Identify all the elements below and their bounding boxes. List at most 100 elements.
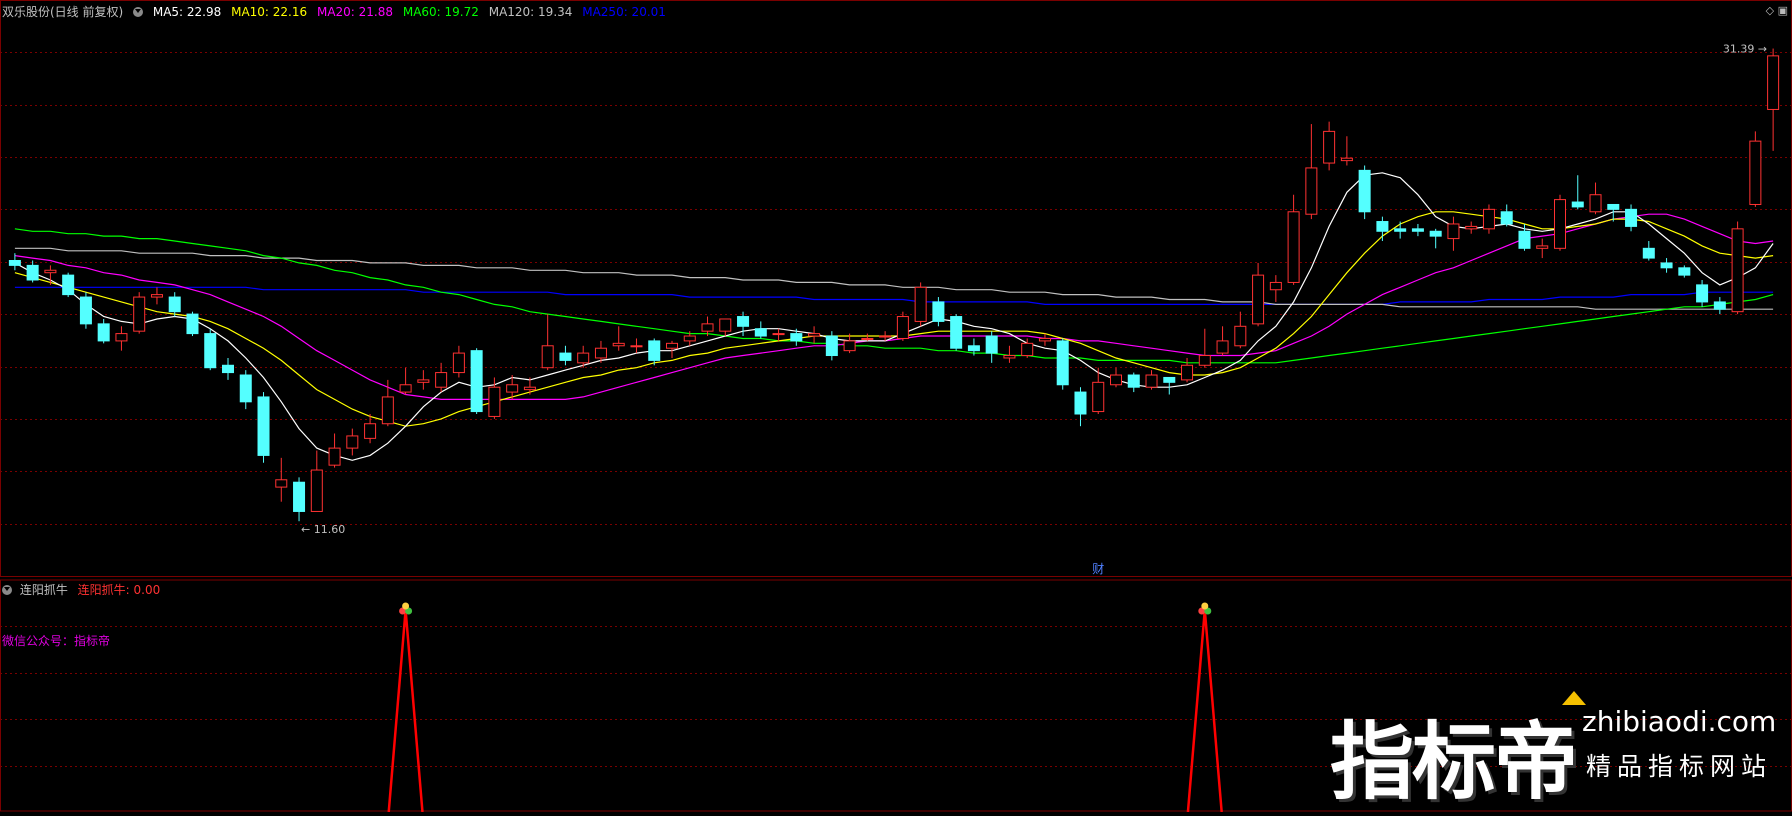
low-price-label: ← 11.60: [301, 523, 345, 536]
candle-body: [594, 347, 607, 359]
candle-body: [8, 260, 21, 266]
candle-body: [559, 352, 572, 361]
candle-body: [1447, 223, 1460, 240]
candle-body: [488, 386, 501, 417]
candle-body: [186, 313, 199, 335]
kline-chart[interactable]: ← 11.60 31.39 → 财: [0, 0, 1792, 812]
wechat-label: 微信公众号：指标帝: [2, 634, 111, 648]
candle-body: [523, 386, 536, 391]
signal-spike: [1186, 609, 1223, 812]
candle-body: [79, 296, 92, 325]
signal-spike: [387, 609, 424, 812]
candle-body: [1038, 337, 1051, 342]
candle-body: [399, 384, 412, 393]
candle-body: [879, 335, 892, 338]
candle-body: [1713, 301, 1726, 310]
candle-body: [1394, 228, 1407, 232]
candle-body: [293, 481, 306, 512]
candle-body: [275, 479, 288, 488]
candle-body: [1163, 376, 1176, 383]
candle-body: [1252, 274, 1265, 325]
candle-body: [310, 469, 323, 512]
candle-body: [1465, 225, 1478, 230]
watermark-title: 指标帝: [1330, 713, 1578, 811]
candle-body: [843, 340, 856, 352]
candle-body: [1340, 157, 1353, 162]
candle-body: [364, 423, 377, 439]
indicator-value: 连阳抓牛: 0.00: [77, 583, 161, 597]
candle-body: [239, 374, 252, 403]
candle-body: [221, 364, 235, 374]
ma60-line: [14, 228, 1774, 364]
ma120-label: MA120: 19.34: [488, 5, 573, 19]
candle-body: [932, 301, 945, 322]
candle-body: [346, 435, 359, 449]
candle-body: [630, 345, 643, 348]
ma250-line: [14, 286, 1774, 305]
dropdown-circle-icon[interactable]: [133, 7, 144, 17]
candle-body: [1056, 340, 1069, 386]
candle-body: [1749, 140, 1762, 205]
candle-body: [1181, 364, 1194, 381]
signal-ball-icon: [402, 602, 410, 610]
candle-body: [26, 264, 39, 281]
ma250-label: MA250: 20.01: [582, 5, 666, 19]
ma10-label: MA10: 22.16: [231, 5, 308, 19]
candle-body: [612, 342, 625, 347]
candle-body: [719, 318, 732, 332]
candle-body: [1571, 201, 1584, 208]
candle-body: [257, 396, 270, 456]
candle-body: [914, 286, 927, 322]
candle-body: [1358, 169, 1371, 213]
candle-body: [1003, 355, 1016, 359]
candle-body: [825, 335, 838, 357]
candle-body: [133, 296, 146, 332]
candle-body: [1109, 374, 1123, 386]
ma5-label: MA5: 22.98: [152, 5, 222, 19]
main-panel-border: [0, 0, 1792, 577]
ma10-line: [14, 211, 1774, 427]
candle-body: [1660, 262, 1673, 269]
candle-body: [772, 333, 785, 336]
candle-body: [1625, 208, 1638, 227]
candle-body: [1482, 208, 1495, 230]
candle-body: [417, 379, 430, 383]
candle-body: [1376, 221, 1389, 232]
candle-body: [754, 328, 767, 337]
candle-body: [1642, 247, 1655, 259]
ma60-label: MA60: 19.72: [402, 5, 479, 19]
candle-body: [1305, 167, 1318, 215]
candle-body: [1696, 284, 1709, 303]
candle-body: [1323, 130, 1336, 164]
candle-body: [1269, 281, 1282, 291]
candle-body: [967, 345, 980, 352]
ma-legend: 双乐股份(日线 前复权) MA5: 22.98 MA10: 22.16 MA20…: [2, 3, 672, 20]
candle-body: [737, 316, 750, 327]
candle-body: [950, 316, 963, 349]
candle-body: [1500, 211, 1513, 225]
window-controls[interactable]: ◇ ▣: [1766, 4, 1788, 17]
candle-body: [1767, 55, 1780, 110]
signal-ball-icon: [1201, 602, 1209, 610]
candle-body: [808, 333, 821, 337]
candle-body: [1678, 267, 1691, 276]
dropdown-circle-icon[interactable]: [2, 585, 12, 595]
candle-body: [1429, 230, 1442, 237]
candle-body: [1127, 374, 1140, 388]
candle-body: [790, 333, 803, 342]
candle-body: [435, 372, 448, 388]
candle-body: [1074, 391, 1087, 415]
candle-body: [115, 333, 128, 342]
candle-body: [648, 340, 661, 361]
candle-body: [44, 269, 57, 274]
candle-body: [381, 396, 394, 425]
candle-body: [1092, 381, 1105, 413]
candle-body: [896, 316, 909, 339]
candle-body: [541, 345, 554, 369]
candle-body: [62, 274, 75, 296]
candle-body: [506, 384, 519, 393]
candle-body: [168, 296, 181, 313]
candle-body: [1536, 245, 1549, 249]
candle-body: [1234, 325, 1247, 347]
candle-body: [1411, 228, 1424, 232]
